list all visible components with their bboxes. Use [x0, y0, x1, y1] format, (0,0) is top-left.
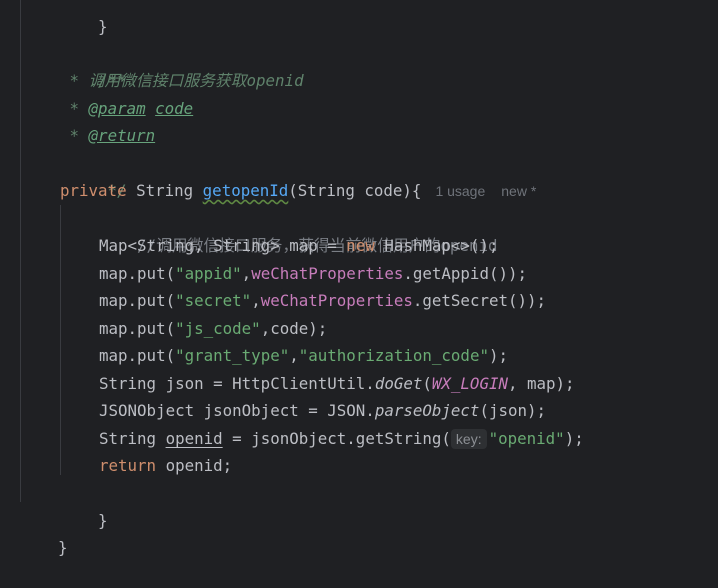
code-line-put-granttype: map.put("grant_type","authorization_code… [99, 346, 508, 365]
doc-comment-description: * 调用微信接口服务获取openid [60, 71, 304, 90]
method-doget: doGet [374, 374, 423, 393]
field-wechat-properties: weChatProperties [251, 264, 404, 283]
author-hint[interactable]: new * [501, 183, 536, 199]
line-comment: //调用微信接口服务，获得当前微信用户的openid [137, 236, 498, 255]
usage-count-hint[interactable]: 1 usage [435, 183, 485, 199]
doc-param-name: code [155, 99, 194, 118]
doc-comment-param: * @param code [60, 99, 194, 118]
doc-comment-close: */ [98, 181, 127, 200]
keyword-return: return [99, 456, 157, 475]
code-line-map-decl: Map<String, String> map = new HashMap<>(… [99, 236, 499, 255]
method-signature[interactable]: private String getopenId(String code){1 … [60, 177, 536, 204]
code-line-put-secret: map.put("secret",weChatProperties.getSec… [99, 291, 547, 310]
code-line-put-appid: map.put("appid",weChatProperties.getAppi… [99, 264, 527, 283]
code-line-prev-close: } [98, 17, 108, 36]
code-line-put-jscode: map.put("js_code",code); [99, 319, 328, 338]
variable-openid: openid [165, 429, 223, 448]
keyword-new: new [346, 236, 375, 255]
doc-comment-open: /** [98, 71, 127, 90]
method-name-getopenid[interactable]: getopenId [203, 181, 289, 200]
doc-return-tag: @return [88, 126, 156, 145]
method-close-brace: } [98, 511, 108, 530]
constant-wx-login: WX_LOGIN [431, 374, 508, 393]
code-editor[interactable]: } /** * 调用微信接口服务获取openid * @param code *… [0, 0, 718, 557]
parameter-name-hint: key: [450, 429, 487, 449]
code-line-jsonobject: JSONObject jsonObject = JSON.parseObject… [99, 401, 547, 420]
code-line-json: String json = HttpClientUtil.doGet(WX_LO… [99, 374, 575, 393]
doc-param-tag: @param [88, 99, 146, 118]
indent-guide-class [20, 0, 21, 502]
field-wechat-properties: weChatProperties [260, 291, 413, 310]
method-parseobject: parseObject [374, 401, 480, 420]
code-line-openid: String openid = jsonObject.getString(key… [99, 429, 584, 449]
indent-guide-method [60, 205, 61, 475]
code-line-return: return openid; [99, 456, 233, 475]
doc-comment-return: * @return [60, 126, 156, 145]
class-close-brace: } [58, 538, 68, 557]
doc-description-text: 调用微信接口服务获取openid [88, 71, 304, 90]
keyword-private: private [60, 181, 127, 200]
